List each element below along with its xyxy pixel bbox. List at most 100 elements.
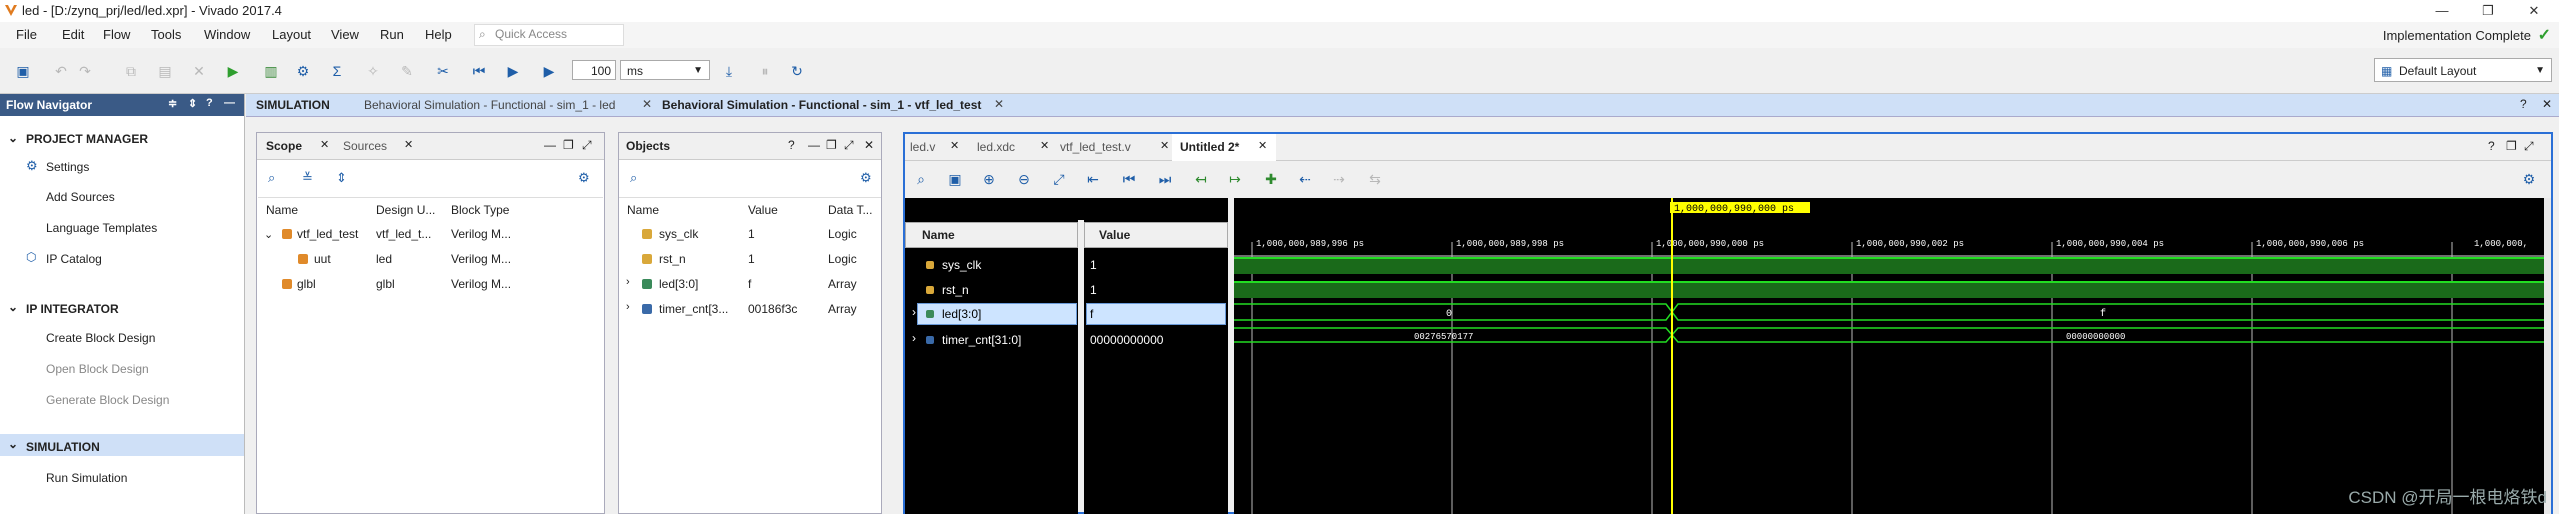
close-icon[interactable]: ✕ [1258,139,1267,152]
help-icon[interactable]: ? [2488,139,2495,153]
run-for-icon[interactable]: ▶ [540,62,558,80]
relaunch-icon[interactable]: ↻ [788,62,806,80]
go-to-cursor-icon[interactable]: ⇤ [1084,170,1102,188]
minimize-panel-icon[interactable]: — [544,138,556,152]
wave-name-header[interactable]: Name [905,222,1078,248]
object-row-name[interactable]: rst_n [659,252,744,266]
nav-language-templates[interactable]: Language Templates [46,221,157,235]
tab-led-v[interactable]: led.v [910,140,935,154]
chevron-right-icon[interactable]: › [626,301,630,313]
next-transition-icon[interactable]: ↦ [1226,170,1244,188]
wave-value-header[interactable]: Value [1084,222,1228,248]
wave-signal-name[interactable]: sys_clk [942,258,981,272]
run-time-unit-select[interactable]: ms ▼ [620,60,710,80]
menu-edit[interactable]: Edit [62,27,84,42]
waveform-canvas[interactable]: 1,000,000,990,000 ps 1,000,000,989,996 p… [1234,198,2544,514]
close-icon[interactable]: ✕ [404,138,413,151]
wave-row-selected[interactable] [917,303,1077,325]
menu-window[interactable]: Window [204,27,250,42]
next-marker-icon[interactable]: ⇢ [1330,170,1348,188]
sigma-icon[interactable]: Σ [328,62,346,80]
help-icon[interactable]: ? [206,97,213,109]
object-row-name[interactable]: sys_clk [659,227,744,241]
zoom-in-icon[interactable]: ⊕ [980,170,998,188]
gear-icon[interactable]: ⚙ [860,170,872,186]
break-icon[interactable]: ⏸ [756,62,774,80]
open-project-icon[interactable]: ▣ [14,62,32,80]
run-icon[interactable]: ▶ [224,62,242,80]
scope-row-name[interactable]: glbl [297,277,372,291]
cross-probe-icon[interactable]: ✧ [364,62,382,80]
swap-cursors-icon[interactable]: ⇆ [1366,170,1384,188]
wave-signal-name[interactable]: rst_n [942,283,969,297]
minimize-panel-icon[interactable]: — [808,138,820,152]
step-icon[interactable]: ⤓ [720,62,738,80]
chevron-right-icon[interactable]: › [626,276,630,288]
restore-icon[interactable]: ❐ [2465,0,2511,22]
section-project-manager[interactable]: PROJECT MANAGER [26,132,148,146]
menu-run[interactable]: Run [380,27,404,42]
section-ip-integrator[interactable]: IP INTEGRATOR [26,302,119,316]
tab-scope[interactable]: Scope [266,139,302,153]
nav-settings[interactable]: Settings [46,160,89,174]
nav-create-block-design[interactable]: Create Block Design [46,331,155,345]
restart-icon[interactable]: ⏮ [470,62,488,80]
menu-file[interactable]: File [16,27,37,42]
close-icon[interactable]: ✕ [2511,0,2557,22]
menu-view[interactable]: View [331,27,359,42]
restore-icon[interactable]: ❐ [2506,139,2517,153]
wave-value-selected[interactable] [1086,303,1226,325]
nav-add-sources[interactable]: Add Sources [46,190,115,204]
nav-open-block-design[interactable]: Open Block Design [46,362,149,376]
chevron-down-icon[interactable]: ⌄ [8,300,18,314]
collapse-all-icon[interactable]: ≚ [302,170,313,186]
chevron-right-icon[interactable]: › [912,305,916,319]
disconnect-icon[interactable]: ✂ [434,62,452,80]
delete-icon[interactable]: ✕ [190,62,208,80]
close-icon[interactable]: ✕ [864,138,874,152]
close-icon[interactable]: ✕ [320,138,329,151]
wave-scrollbar[interactable] [2544,198,2551,514]
settings-gear-icon[interactable]: ⚙ [294,62,312,80]
pencil-icon[interactable]: ✎ [398,62,416,80]
chevron-down-icon[interactable]: ⌄ [8,437,18,451]
redo-icon[interactable]: ↷ [76,62,94,80]
chevron-down-icon[interactable]: ⌄ [264,228,273,241]
wave-signal-name[interactable]: timer_cnt[31:0] [942,333,1021,347]
close-icon[interactable]: ✕ [950,139,959,152]
pin-icon[interactable]: ⇕ [188,97,197,110]
column-header-name[interactable]: Name [627,203,659,217]
undo-icon[interactable]: ↶ [52,62,70,80]
copy-icon[interactable]: ⧉ [122,62,140,80]
menu-help[interactable]: Help [425,27,452,42]
nav-generate-block-design[interactable]: Generate Block Design [46,393,169,407]
object-row-name[interactable]: timer_cnt[3... [659,302,744,316]
close-icon[interactable]: ✕ [642,97,652,111]
scope-row-name[interactable]: uut [314,252,372,266]
chevron-down-icon[interactable]: ⌄ [8,131,18,145]
zoom-fit-icon[interactable]: ⤢ [1050,170,1068,188]
gear-icon[interactable]: ⚙ [2520,170,2538,188]
expand-all-icon[interactable]: ⇕ [336,170,347,186]
menu-tools[interactable]: Tools [151,27,181,42]
close-icon[interactable]: ✕ [994,97,1004,111]
help-icon[interactable]: ? [788,138,795,152]
waveform-area[interactable]: 1,000,000,990,000 ps 1,000,000,989,996 p… [1234,198,2544,514]
paste-icon[interactable]: ▤ [156,62,174,80]
go-to-end-icon[interactable]: ⏭ [1156,170,1174,188]
tab-led-xdc[interactable]: led.xdc [977,140,1015,154]
close-icon[interactable]: ✕ [1160,139,1169,152]
tab-sim-vtf-led-test[interactable]: Behavioral Simulation - Functional - sim… [662,98,981,112]
maximize-icon[interactable]: ⤢ [2524,139,2534,154]
maximize-icon[interactable]: ⤢ [844,138,854,153]
restore-icon[interactable]: ❐ [563,138,574,152]
layout-select[interactable]: ▦ Default Layout ▼ [2374,58,2552,82]
scope-row-name[interactable]: vtf_led_test [297,227,372,241]
restore-icon[interactable]: ❐ [826,138,837,152]
run-time-input[interactable]: 100 [572,60,616,80]
wave-signal-name[interactable]: led[3:0] [942,307,981,321]
column-header-design-unit[interactable]: Design U... [376,203,435,217]
column-header-data-type[interactable]: Data T... [828,203,872,217]
help-icon[interactable]: ? [2520,97,2527,111]
zoom-out-icon[interactable]: ⊖ [1015,170,1033,188]
